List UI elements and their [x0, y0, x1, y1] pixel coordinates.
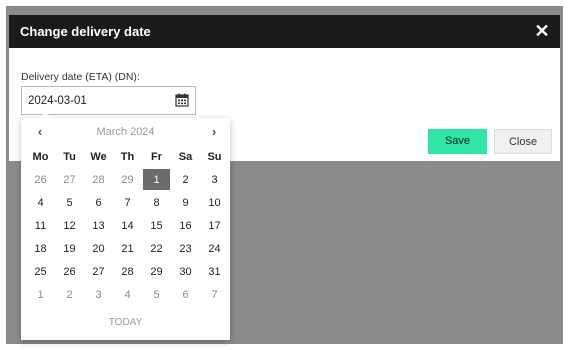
weekday-header: Fr — [151, 150, 162, 163]
calendar-day[interactable]: 27 — [85, 261, 112, 282]
calendar-day[interactable]: 27 — [56, 169, 83, 190]
calendar-day[interactable]: 3 — [85, 284, 112, 305]
calendar-day[interactable]: 5 — [56, 192, 83, 213]
datepicker-header: ‹ March 2024 › — [21, 118, 230, 145]
calendar-day[interactable]: 22 — [143, 238, 170, 259]
calendar-day[interactable]: 14 — [114, 215, 141, 236]
dialog-header: Change delivery date ✕ — [9, 15, 560, 48]
calendar-day[interactable]: 23 — [172, 238, 199, 259]
calendar-day[interactable]: 13 — [85, 215, 112, 236]
calendar-day[interactable]: 10 — [201, 192, 228, 213]
weekday-header: Sa — [178, 150, 193, 163]
calendar-day[interactable]: 8 — [143, 192, 170, 213]
calendar-day[interactable]: 4 — [114, 284, 141, 305]
weekday-header: We — [90, 150, 107, 163]
delivery-date-label: Delivery date (ETA) (DN): — [21, 71, 140, 83]
close-icon[interactable]: ✕ — [533, 22, 551, 40]
calendar-day[interactable]: 31 — [201, 261, 228, 282]
calendar-day[interactable]: 28 — [85, 169, 112, 190]
calendar-day[interactable]: 17 — [201, 215, 228, 236]
weekday-header: Tu — [63, 150, 76, 163]
weekday-header: Th — [120, 150, 135, 163]
calendar-day[interactable]: 25 — [27, 261, 54, 282]
calendar-day[interactable]: 16 — [172, 215, 199, 236]
calendar-day[interactable]: 1 — [27, 284, 54, 305]
calendar-day[interactable]: 30 — [172, 261, 199, 282]
calendar-day-selected[interactable]: 1 — [143, 169, 170, 190]
calendar-day[interactable]: 24 — [201, 238, 228, 259]
calendar-day[interactable]: 18 — [27, 238, 54, 259]
datepicker-grid: Mo Tu We Th Fr Sa Su 26 27 28 29 1 2 3 4 5 6 7 8 9 10 11 12 13 1… — [26, 145, 226, 306]
calendar-day[interactable]: 5 — [143, 284, 170, 305]
calendar-day[interactable]: 9 — [172, 192, 199, 213]
delivery-date-value[interactable]: 2024-03-01 — [28, 95, 87, 107]
calendar-day[interactable]: 20 — [85, 238, 112, 259]
dialog-title: Change delivery date — [20, 24, 151, 39]
calendar-day[interactable]: 11 — [27, 215, 54, 236]
datepicker-month-label[interactable]: March 2024 — [71, 126, 180, 138]
calendar-day[interactable]: 7 — [114, 192, 141, 213]
close-button[interactable]: Close — [494, 129, 552, 154]
calendar-day[interactable]: 2 — [56, 284, 83, 305]
calendar-day[interactable]: 4 — [27, 192, 54, 213]
calendar-day[interactable]: 3 — [201, 169, 228, 190]
calendar-day[interactable]: 6 — [85, 192, 112, 213]
save-button[interactable]: Save — [428, 129, 487, 154]
weekday-header: Su — [207, 150, 222, 163]
calendar-day[interactable]: 29 — [114, 169, 141, 190]
calendar-day[interactable]: 15 — [143, 215, 170, 236]
calendar-day[interactable]: 2 — [172, 169, 199, 190]
calendar-day[interactable]: 29 — [143, 261, 170, 282]
chevron-right-icon[interactable]: › — [204, 124, 224, 140]
today-button[interactable]: TODAY — [21, 317, 230, 328]
calendar-day[interactable]: 12 — [56, 215, 83, 236]
calendar-day[interactable]: 7 — [201, 284, 228, 305]
chevron-left-icon[interactable]: ‹ — [30, 124, 50, 140]
calendar-day[interactable]: 6 — [172, 284, 199, 305]
delivery-date-input[interactable]: 2024-03-01 — [21, 86, 196, 115]
calendar-day[interactable]: 19 — [56, 238, 83, 259]
weekday-header: Mo — [32, 150, 49, 163]
datepicker-popup: ‹ March 2024 › Mo Tu We Th Fr Sa Su 26 27 28 29 1 2 3… — [21, 112, 230, 340]
calendar-day[interactable]: 21 — [114, 238, 141, 259]
calendar-icon[interactable] — [175, 93, 189, 107]
calendar-day[interactable]: 26 — [27, 169, 54, 190]
calendar-day[interactable]: 26 — [56, 261, 83, 282]
calendar-day[interactable]: 28 — [114, 261, 141, 282]
